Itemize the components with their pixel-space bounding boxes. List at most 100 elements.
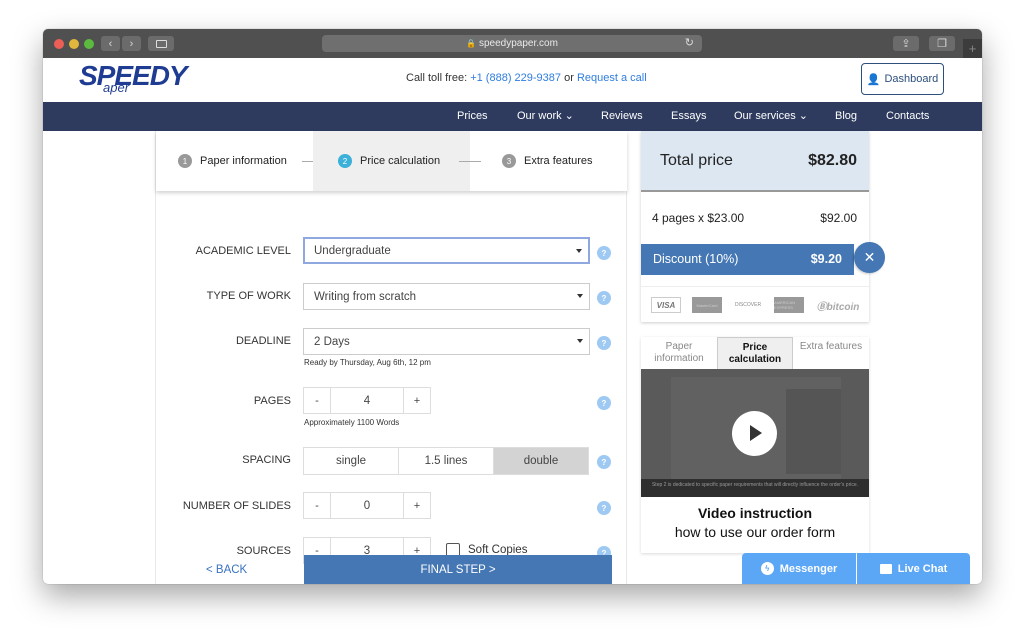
caret-down-icon xyxy=(576,249,582,253)
slides-label: NUMBER OF SLIDES xyxy=(182,500,291,512)
order-form-panel: 1 Paper information 2 Price calculation … xyxy=(155,131,627,584)
deadline-label: DEADLINE xyxy=(235,335,291,347)
help-icon[interactable]: ? xyxy=(597,455,611,469)
pages-price-value: $92.00 xyxy=(820,211,857,225)
site-header: SPEEDY aper Call toll free: +1 (888) 229… xyxy=(43,58,982,102)
spacing-single-option[interactable]: single xyxy=(304,448,399,474)
pages-price-label: 4 pages x $23.00 xyxy=(652,211,745,225)
logo-main-text: SPEEDY xyxy=(79,60,188,91)
pages-increment-button[interactable]: + xyxy=(404,388,430,413)
main-nav: Prices Our work ⌄ Reviews Essays Our ser… xyxy=(43,102,982,131)
live-chat-button[interactable]: Live Chat xyxy=(857,553,970,584)
total-price-value: $82.80 xyxy=(808,152,857,169)
new-tab-button[interactable]: + xyxy=(963,39,982,58)
sidebar-toggle-button[interactable] xyxy=(148,36,174,51)
back-button[interactable]: < BACK xyxy=(206,564,247,576)
pages-input[interactable]: 4 xyxy=(330,388,404,413)
amex-icon: AMERICAN EXPRESS xyxy=(774,297,804,313)
final-step-button[interactable]: FINAL STEP > xyxy=(304,555,612,584)
caret-down-icon xyxy=(577,294,583,298)
academic-level-value: Undergraduate xyxy=(314,244,391,257)
pages-label: PAGES xyxy=(253,395,291,407)
video-tab-extra-features[interactable]: Extra features xyxy=(793,337,869,369)
discover-icon: DISCOVER xyxy=(734,302,762,308)
remove-discount-button[interactable]: ✕ xyxy=(854,242,885,273)
mastercard-icon: MasterCard xyxy=(692,297,722,313)
chat-bubble-icon xyxy=(879,563,892,574)
step-paper-information[interactable]: 1 Paper information xyxy=(178,131,287,191)
type-of-work-value: Writing from scratch xyxy=(314,290,417,303)
nav-reviews[interactable]: Reviews xyxy=(601,102,643,131)
step-price-calculation[interactable]: 2 Price calculation xyxy=(313,131,470,191)
phone-link[interactable]: +1 (888) 229-9387 xyxy=(470,72,561,84)
video-title: Video instruction xyxy=(697,505,813,521)
type-of-work-label: TYPE OF WORK xyxy=(206,290,291,302)
messenger-button[interactable]: ϟ Messenger xyxy=(742,553,856,584)
video-instruction-card: Paper information Price calculation Extr… xyxy=(641,337,869,553)
type-of-work-select[interactable]: Writing from scratch xyxy=(303,283,590,310)
video-subtitle: how to use our order form xyxy=(674,524,836,540)
dashboard-label: Dashboard xyxy=(884,73,939,85)
speedypaper-logo[interactable]: SPEEDY aper xyxy=(79,60,189,100)
video-player[interactable]: Step 2 is dedicated to specific paper re… xyxy=(641,369,869,497)
step-extra-features[interactable]: 3 Extra features xyxy=(502,131,592,191)
slides-decrement-button[interactable]: - xyxy=(304,493,330,518)
nav-blog[interactable]: Blog xyxy=(835,102,857,131)
help-icon[interactable]: ? xyxy=(597,336,611,350)
discount-value: $9.20 xyxy=(810,252,842,266)
sidebar-icon xyxy=(155,39,167,48)
help-icon[interactable]: ? xyxy=(597,246,611,260)
share-button[interactable]: ⇪ xyxy=(893,36,919,51)
video-thumbnail-sidebar xyxy=(786,389,841,474)
help-icon[interactable]: ? xyxy=(597,396,611,410)
nav-contacts[interactable]: Contacts xyxy=(886,102,929,131)
video-tab-price-calculation[interactable]: Price calculation xyxy=(717,337,793,369)
browser-titlebar: ‹ › 🔒 speedypaper.com ↻ ⇪ ❐ + xyxy=(43,29,982,58)
discount-label: Discount (10%) xyxy=(653,252,739,266)
reload-icon[interactable]: ↻ xyxy=(685,36,694,49)
price-summary-card: Total price $82.80 4 pages x $23.00 $92.… xyxy=(641,131,869,322)
slides-input[interactable]: 0 xyxy=(330,493,404,518)
nav-essays[interactable]: Essays xyxy=(671,102,706,131)
address-bar[interactable]: 🔒 speedypaper.com ↻ xyxy=(322,35,702,52)
caret-down-icon xyxy=(577,339,583,343)
or-text: or xyxy=(564,72,574,84)
video-caption: Step 2 is dedicated to specific paper re… xyxy=(641,479,869,497)
help-icon[interactable]: ? xyxy=(597,291,611,305)
chevron-right-icon: › xyxy=(129,37,134,50)
tabs-overview-button[interactable]: ❐ xyxy=(929,36,955,51)
sources-label: SOURCES xyxy=(236,545,291,557)
bitcoin-icon: Ⓑbitcoin xyxy=(816,301,860,313)
messenger-label: Messenger xyxy=(779,562,838,575)
close-window-button[interactable] xyxy=(54,39,64,49)
total-price-label: Total price xyxy=(660,152,733,169)
video-tab-paper-information[interactable]: Paper information xyxy=(641,337,717,369)
payment-methods: VISA MasterCard DISCOVER AMERICAN EXPRES… xyxy=(641,286,869,322)
url-text: speedypaper.com xyxy=(479,38,558,49)
help-icon[interactable]: ? xyxy=(597,501,611,515)
minimize-window-button[interactable] xyxy=(69,39,79,49)
play-icon[interactable] xyxy=(732,411,777,456)
step-label: Paper information xyxy=(200,155,287,167)
zoom-window-button[interactable] xyxy=(84,39,94,49)
step-number: 2 xyxy=(338,154,352,168)
deadline-value: 2 Days xyxy=(314,335,350,348)
spacing-label: SPACING xyxy=(242,454,291,466)
dashboard-button[interactable]: 👤 Dashboard xyxy=(861,63,944,95)
nav-our-work[interactable]: Our work ⌄ xyxy=(517,102,574,131)
academic-level-select[interactable]: Undergraduate xyxy=(303,237,590,264)
step-connector xyxy=(459,161,481,162)
back-nav-button[interactable]: ‹ xyxy=(101,36,120,51)
step-number: 3 xyxy=(502,154,516,168)
request-call-link[interactable]: Request a call xyxy=(577,72,647,84)
step-label: Price calculation xyxy=(360,155,441,167)
nav-prices[interactable]: Prices xyxy=(457,102,488,131)
deadline-select[interactable]: 2 Days xyxy=(303,328,590,355)
forward-nav-button[interactable]: › xyxy=(122,36,141,51)
spacing-1-5-option[interactable]: 1.5 lines xyxy=(399,448,494,474)
slides-increment-button[interactable]: + xyxy=(404,493,430,518)
nav-our-services[interactable]: Our services ⌄ xyxy=(734,102,808,131)
tabs-icon: ❐ xyxy=(937,38,947,50)
pages-decrement-button[interactable]: - xyxy=(304,388,330,413)
spacing-double-option[interactable]: double xyxy=(494,448,588,474)
